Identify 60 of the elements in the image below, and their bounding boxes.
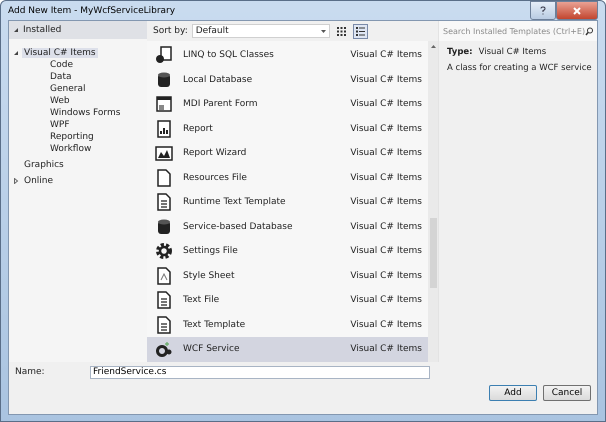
- tree-header[interactable]: Installed: [9, 21, 147, 39]
- template-row[interactable]: Report Wizard Visual C# Items: [147, 141, 428, 166]
- name-input[interactable]: FriendService.cs: [90, 366, 430, 378]
- tree-item[interactable]: Data: [48, 72, 74, 82]
- template-row[interactable]: Resources File Visual C# Items: [147, 166, 428, 190]
- name-label: Name:: [15, 367, 46, 377]
- help-icon: [540, 6, 546, 15]
- report-icon: [155, 120, 173, 138]
- template-row[interactable]: Text File Visual C# Items: [147, 288, 428, 312]
- caret-icon: [320, 30, 326, 32]
- collapse-arrow-icon[interactable]: [13, 50, 19, 56]
- linq-classes-icon: [155, 46, 173, 64]
- description-text: A class for creating a WCF service: [447, 63, 593, 73]
- type-value: Visual C# Items: [478, 47, 546, 57]
- database-icon: [155, 218, 173, 236]
- gear-icon: [155, 242, 173, 260]
- form-window-icon: [155, 95, 173, 114]
- template-row[interactable]: Service-based Database Visual C# Items: [147, 214, 428, 239]
- tree-item[interactable]: Code: [48, 60, 76, 70]
- tree-item[interactable]: Workflow: [48, 144, 94, 154]
- style-sheet-icon: [155, 266, 173, 285]
- tree-item[interactable]: WPF: [48, 120, 72, 130]
- template-row[interactable]: Style Sheet Visual C# Items: [147, 264, 428, 288]
- scroll-up-arrow-icon[interactable]: [430, 45, 436, 48]
- expand-arrow-icon[interactable]: [13, 178, 19, 184]
- template-row[interactable]: Local Database Visual C# Items: [147, 68, 428, 92]
- template-row[interactable]: WCF Service Visual C# Items: [147, 337, 428, 362]
- tree-item[interactable]: Graphics: [22, 160, 66, 170]
- window-title: Add New Item - MyWcfServiceLibrary: [8, 6, 176, 16]
- cancel-button[interactable]: Cancel: [543, 384, 591, 400]
- report-wizard-icon: [155, 144, 173, 162]
- text-file-icon: [155, 291, 173, 310]
- tree-item[interactable]: Online: [22, 176, 56, 186]
- tree-item[interactable]: General: [48, 84, 88, 94]
- tree-item[interactable]: Web: [48, 96, 72, 106]
- close-icon: [573, 6, 581, 14]
- template-row[interactable]: Runtime Text Template Visual C# Items: [147, 190, 428, 214]
- sort-label: Sort by:: [153, 26, 188, 36]
- text-template-icon: [155, 316, 173, 334]
- template-row[interactable]: LINQ to SQL Classes Visual C# Items: [147, 43, 428, 68]
- database-icon: [155, 70, 173, 89]
- sort-dropdown[interactable]: Default: [192, 24, 330, 38]
- help-button[interactable]: [530, 1, 556, 20]
- template-row[interactable]: MDI Parent Form Visual C# Items: [147, 92, 428, 116]
- template-row[interactable]: Text Template Visual C# Items: [147, 312, 428, 337]
- template-row[interactable]: Settings File Visual C# Items: [147, 239, 428, 264]
- text-template-icon: [155, 193, 173, 212]
- search-icon[interactable]: [585, 26, 593, 36]
- document-icon: [155, 168, 173, 187]
- template-row[interactable]: Report Visual C# Items: [147, 116, 428, 141]
- tree-item[interactable]: Reporting: [48, 132, 96, 142]
- tree-item[interactable]: Visual C# Items: [22, 48, 98, 58]
- close-button[interactable]: [556, 1, 598, 20]
- collapse-arrow-icon[interactable]: [13, 27, 19, 33]
- tree-item[interactable]: Windows Forms: [48, 108, 122, 118]
- type-label: Type:: [447, 47, 473, 57]
- add-button[interactable]: Add: [489, 384, 537, 400]
- list-view-button[interactable]: [352, 24, 368, 38]
- scrollbar[interactable]: [428, 41, 438, 362]
- service-gear-icon: [155, 340, 173, 358]
